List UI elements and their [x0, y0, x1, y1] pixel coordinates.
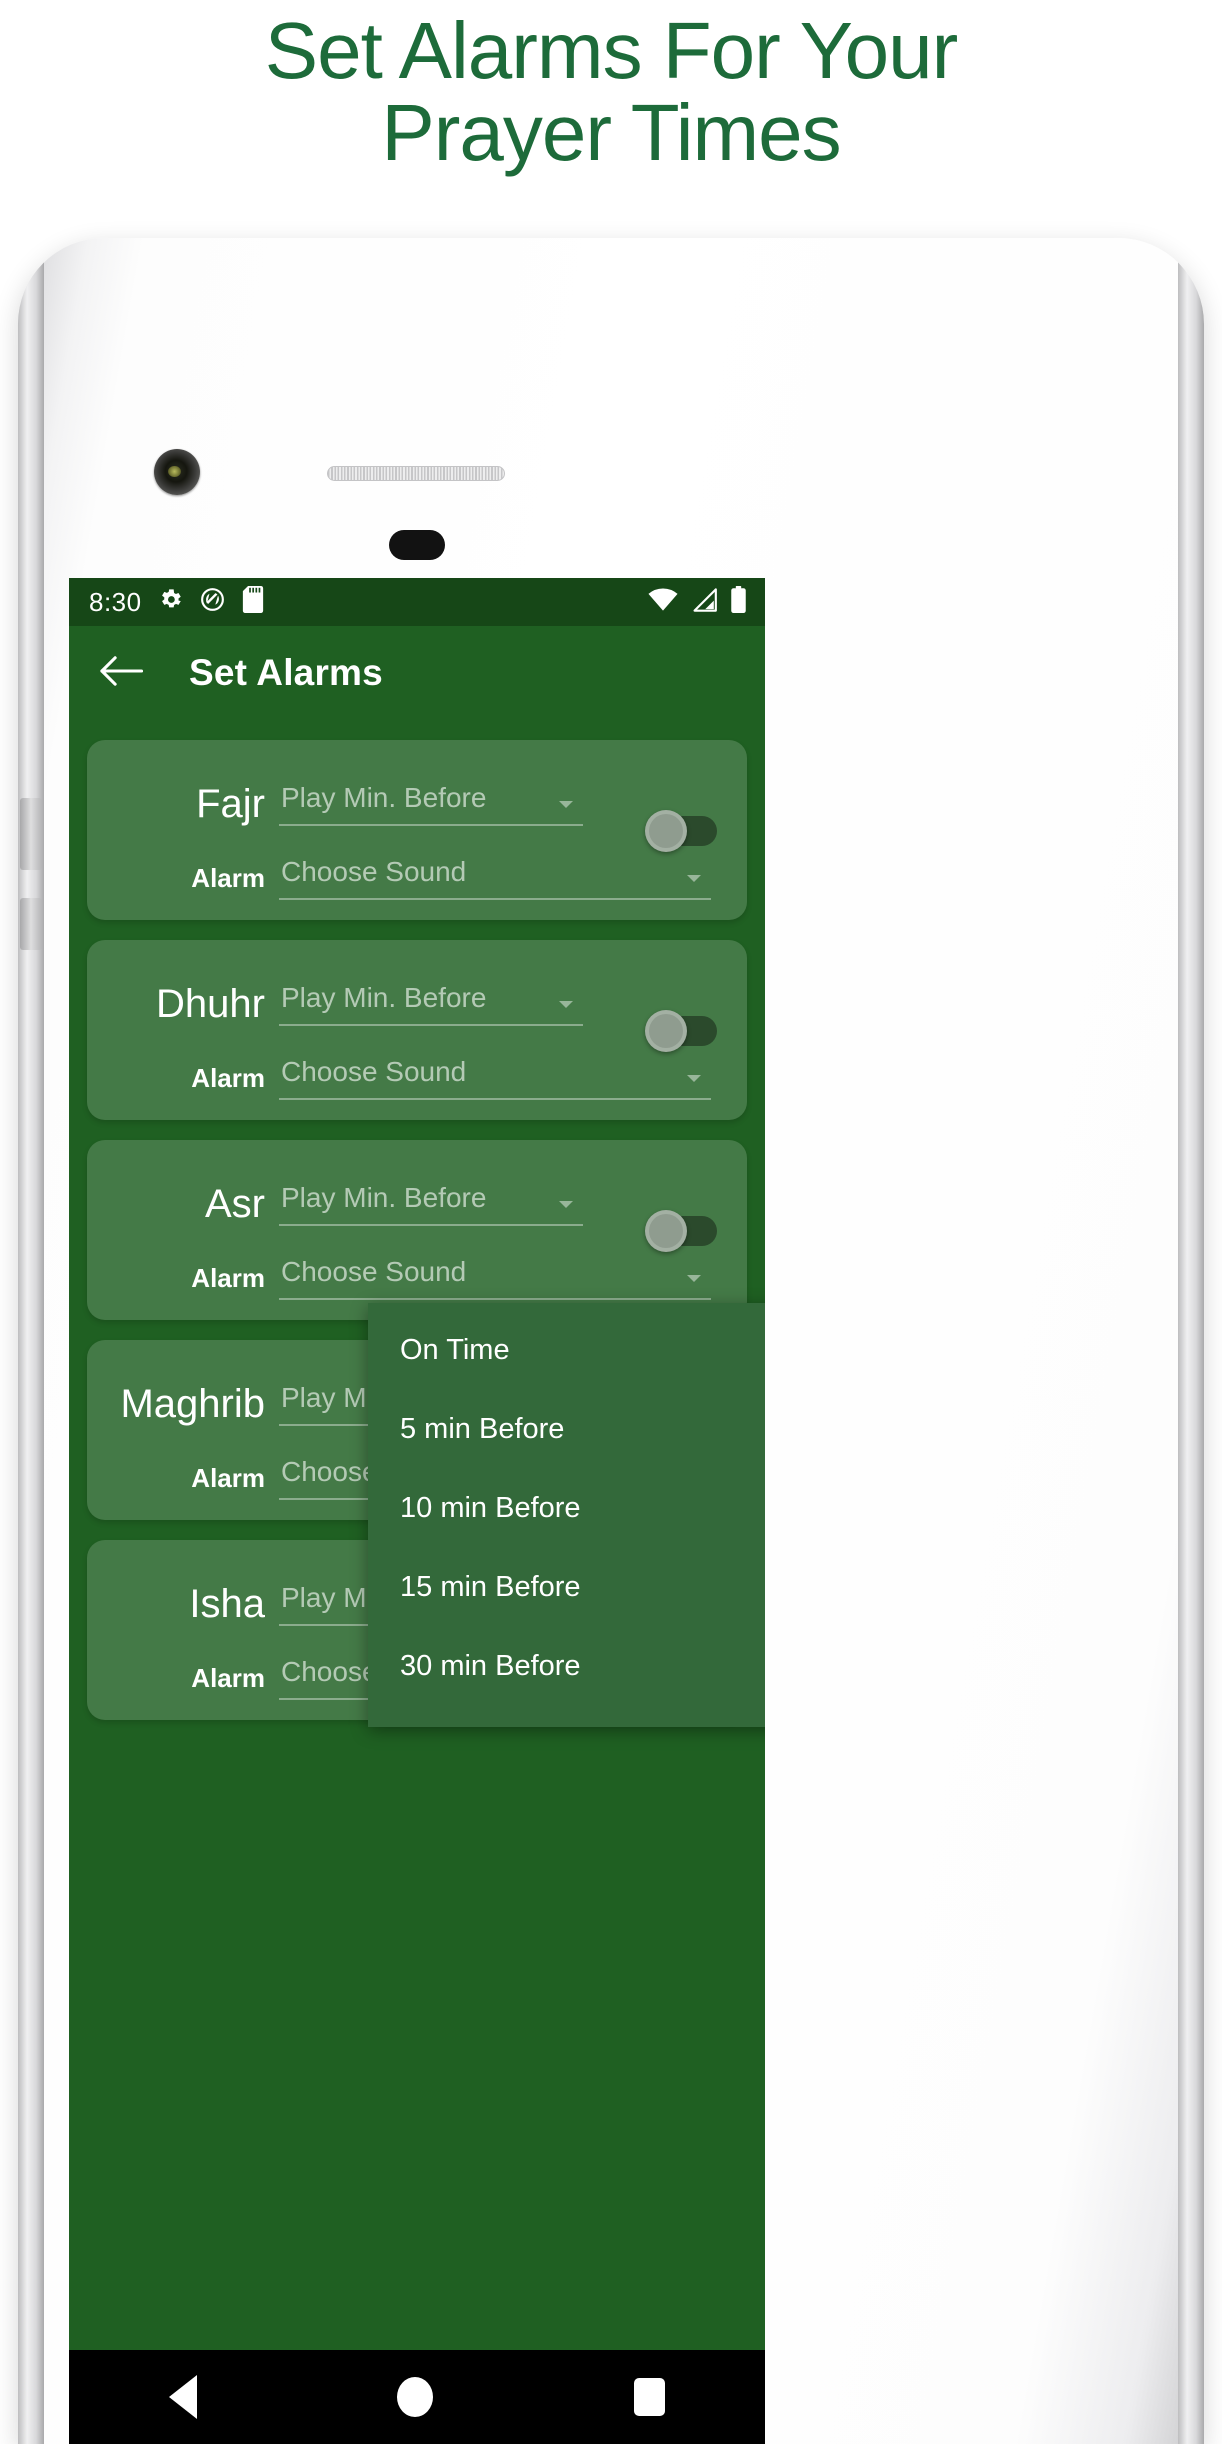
chevron-down-icon: [559, 801, 573, 808]
sound-value: Choose Sound: [281, 1056, 467, 1087]
chevron-down-icon: [559, 1201, 573, 1208]
sound-row: Alarm Choose Sound: [87, 847, 745, 909]
alarm-label: Alarm: [191, 1262, 265, 1293]
minutes-before-value: Play Min. Before: [281, 782, 487, 813]
toggle-thumb: [645, 1210, 687, 1252]
android-nav-bar: [69, 2350, 765, 2444]
minutes-before-value: Play Min. Before: [281, 1182, 487, 1213]
dropdown-option-10-min[interactable]: 10 min Before: [368, 1469, 765, 1548]
chevron-down-icon: [559, 1001, 573, 1008]
app-bar: Set Alarms: [69, 626, 765, 720]
chevron-down-icon: [687, 1275, 701, 1282]
dropdown-option-on-time[interactable]: On Time: [368, 1311, 765, 1390]
prayer-name: Isha: [189, 1581, 265, 1626]
sd-card-icon: [241, 586, 265, 618]
phone-right-rail: [1178, 238, 1204, 2444]
status-bar: 8:30: [69, 578, 765, 626]
toggle-thumb: [645, 810, 687, 852]
power-button: [20, 898, 42, 950]
prayer-name: Maghrib: [120, 1381, 265, 1426]
sound-select[interactable]: Choose Sound: [279, 856, 711, 900]
prayer-card-dhuhr[interactable]: Dhuhr Play Min. Before Alarm Choose Soun…: [87, 940, 747, 1120]
earpiece-grille: [327, 466, 505, 481]
sound-row: Alarm Choose Sound: [87, 1247, 745, 1309]
gear-icon: [157, 586, 184, 618]
volume-button: [20, 798, 42, 870]
back-triangle-icon[interactable]: [169, 2375, 198, 2419]
minutes-before-select[interactable]: Play Min. Before: [279, 782, 583, 826]
arrow-left-icon[interactable]: [99, 654, 144, 693]
minutes-before-value: Play Min. Before: [281, 982, 487, 1013]
prayer-card-asr[interactable]: Asr Play Min. Before Alarm Choose Sound: [87, 1140, 747, 1320]
prayer-name: Dhuhr: [156, 981, 265, 1026]
sound-select[interactable]: Choose Sound: [279, 1056, 711, 1100]
dropdown-option-15-min[interactable]: 15 min Before: [368, 1548, 765, 1627]
page-title: Set Alarms: [189, 652, 383, 693]
prayer-name: Fajr: [196, 781, 265, 826]
home-circle-icon[interactable]: [397, 2377, 434, 2417]
dropdown-option-30-min[interactable]: 30 min Before: [368, 1627, 765, 1706]
headline-line-2: Prayer Times: [381, 87, 841, 177]
wifi-icon: [648, 587, 678, 617]
sound-select[interactable]: Choose Sound: [279, 1256, 711, 1300]
alarm-toggle[interactable]: [645, 1210, 717, 1252]
chevron-down-icon: [687, 875, 701, 882]
status-bar-right: [648, 586, 747, 618]
sound-value: Choose Sound: [281, 1256, 467, 1287]
sound-row: Alarm Choose Sound: [87, 1047, 745, 1109]
sound-value: Choose Sound: [281, 856, 467, 887]
do-not-disturb-icon: [199, 586, 226, 618]
phone-screen: 8:30 Set Alarms Fajr Play Min. Before Al…: [69, 578, 765, 2444]
minutes-before-dropdown-menu[interactable]: On Time 5 min Before 10 min Before 15 mi…: [368, 1303, 765, 1727]
toggle-thumb: [645, 1010, 687, 1052]
chevron-down-icon: [687, 1075, 701, 1082]
headline-line-1: Set Alarms For Your: [264, 6, 958, 95]
dropdown-option-5-min[interactable]: 5 min Before: [368, 1390, 765, 1469]
prayer-card-fajr[interactable]: Fajr Play Min. Before Alarm Choose Sound: [87, 740, 747, 920]
prayer-name: Asr: [205, 1181, 265, 1226]
phone-mockup: 8:30 Set Alarms Fajr Play Min. Before Al…: [18, 238, 1204, 2444]
page-headline: Set Alarms For Your Prayer Times: [0, 0, 1222, 173]
minutes-before-select[interactable]: Play Min. Before: [279, 982, 583, 1026]
status-bar-left: 8:30: [89, 586, 265, 618]
alarm-toggle[interactable]: [645, 1010, 717, 1052]
cell-signal-icon: [691, 587, 717, 617]
home-button: [389, 530, 445, 560]
battery-icon: [730, 586, 747, 618]
status-bar-clock: 8:30: [89, 586, 142, 617]
alarm-toggle[interactable]: [645, 810, 717, 852]
alarm-label: Alarm: [191, 1662, 265, 1693]
front-camera-icon: [154, 449, 200, 495]
alarm-label: Alarm: [191, 1462, 265, 1493]
minutes-before-select[interactable]: Play Min. Before: [279, 1182, 583, 1226]
phone-left-rail: [18, 238, 44, 2444]
alarm-label: Alarm: [191, 862, 265, 893]
recents-square-icon[interactable]: [633, 2378, 665, 2416]
alarm-label: Alarm: [191, 1062, 265, 1093]
